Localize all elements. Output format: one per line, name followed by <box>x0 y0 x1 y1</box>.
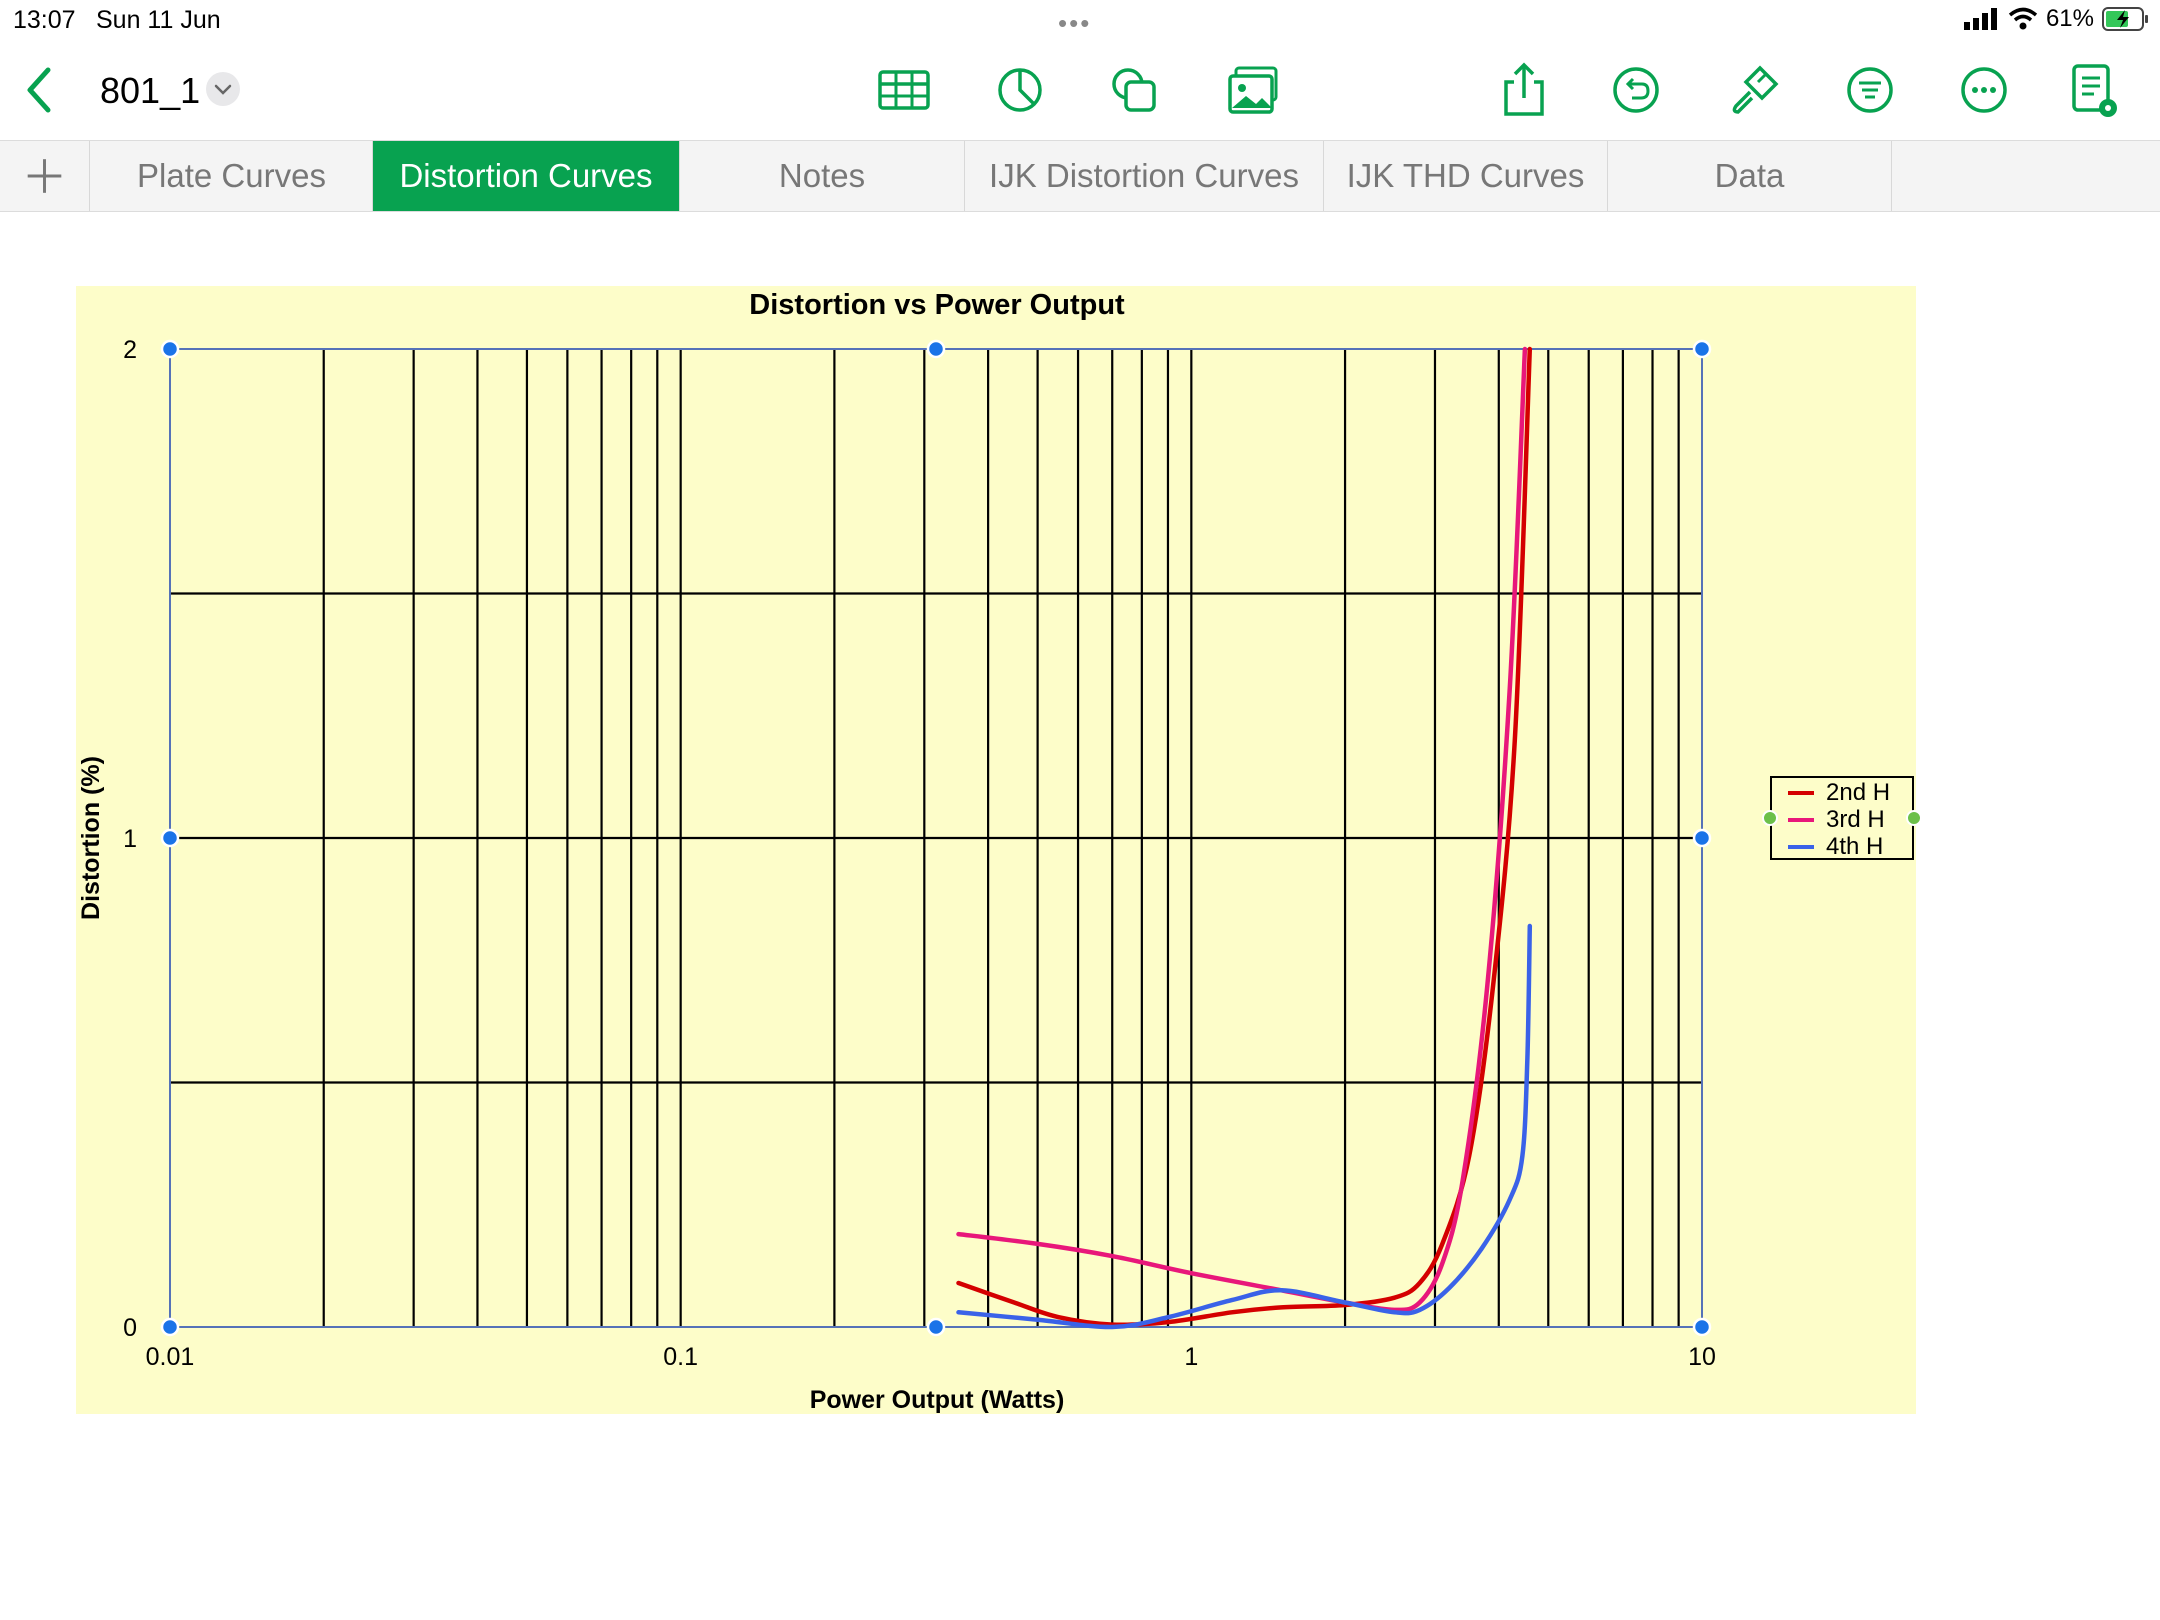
chart-legend[interactable]: 2nd H 3rd H 4th H <box>1770 776 1914 860</box>
y-tick-label: 1 <box>123 825 137 853</box>
y-axis-label: Distortion (%) <box>77 756 105 920</box>
x-tick-label: 0.01 <box>146 1343 195 1371</box>
x-tick-label: 1 <box>1184 1343 1198 1371</box>
plot-resize-handle[interactable] <box>926 1317 946 1337</box>
plot-resize-handle[interactable] <box>160 828 180 848</box>
plot-resize-handle[interactable] <box>1692 339 1712 359</box>
legend-item-3rd-h: 3rd H <box>1788 806 1885 833</box>
legend-label: 2nd H <box>1826 779 1891 806</box>
series-line-4th-h <box>956 923 1533 1330</box>
legend-swatch <box>1788 845 1814 849</box>
legend-item-4th-h: 4th H <box>1788 833 1884 860</box>
x-tick-label: 0.1 <box>663 1343 698 1371</box>
y-tick-label: 2 <box>123 336 137 364</box>
y-tick-label: 0 <box>123 1314 137 1342</box>
plot-resize-handle[interactable] <box>160 339 180 359</box>
x-tick-label: 10 <box>1688 1343 1716 1371</box>
plot-resize-handle[interactable] <box>1692 828 1712 848</box>
legend-label: 4th H <box>1826 833 1884 860</box>
plot-resize-handle[interactable] <box>160 1317 180 1337</box>
legend-swatch <box>1788 791 1814 795</box>
plot-resize-handle[interactable] <box>1692 1317 1712 1337</box>
x-axis-label: Power Output (Watts) <box>810 1386 1065 1414</box>
legend-label: 3rd H <box>1826 806 1885 833</box>
chart-title: Distortion vs Power Output <box>749 289 1125 321</box>
plot-resize-handle[interactable] <box>926 339 946 359</box>
legend-swatch <box>1788 818 1814 822</box>
series-line-3rd-h <box>956 346 1528 1313</box>
legend-item-2nd-h: 2nd H <box>1788 779 1891 806</box>
